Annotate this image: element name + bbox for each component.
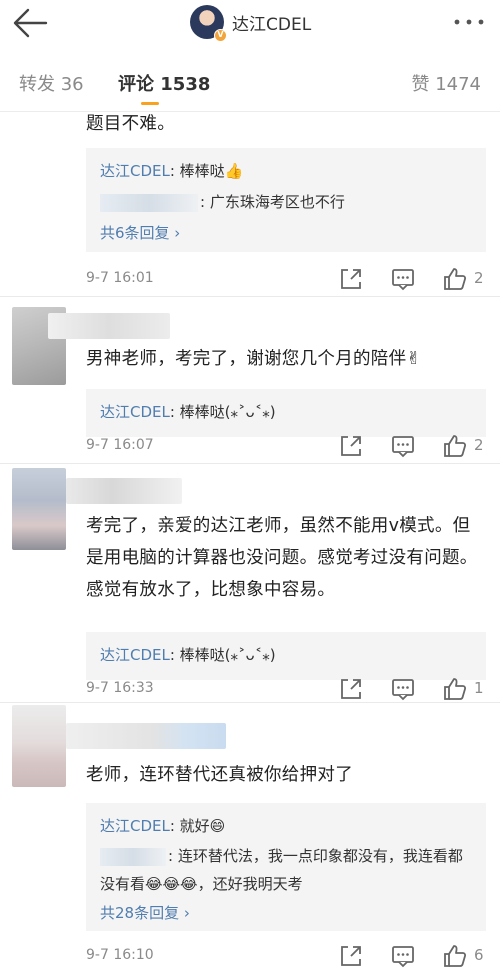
- avatar[interactable]: [12, 705, 66, 787]
- comment-meta: 9-7 16:10 6: [86, 941, 486, 971]
- blurred-username[interactable]: [66, 723, 226, 749]
- reply-box[interactable]: 达江CDEL: 棒棒哒(⁎˃ᴗ˂⁎): [86, 632, 486, 680]
- reply-text: : 广东珠海考区也不行: [200, 193, 345, 211]
- comment-meta: 9-7 16:33 1: [86, 674, 486, 704]
- reply-author[interactable]: 达江CDEL: [100, 162, 170, 180]
- like-icon[interactable]: [442, 433, 468, 459]
- reply-author[interactable]: 达江CDEL: [100, 646, 170, 664]
- comment-time: 9-7 16:10: [86, 947, 154, 963]
- comment-icon[interactable]: [390, 266, 416, 292]
- avatar[interactable]: V: [190, 5, 227, 42]
- reply-item: : 连环替代法，我一点印象都没有，我连看都没有看😂😂😂，还好我明天考: [100, 842, 472, 898]
- tab-repost[interactable]: 转发 36: [19, 70, 84, 96]
- reply-item: 达江CDEL: 棒棒哒(⁎˃ᴗ˂⁎): [100, 640, 472, 671]
- like-count: 2: [474, 269, 484, 287]
- like-count: 6: [474, 946, 484, 964]
- reply-text: : 棒棒哒(⁎˃ᴗ˂⁎): [169, 646, 276, 664]
- reply-box[interactable]: 达江CDEL: 就好😄 : 连环替代法，我一点印象都没有，我连看都没有看😂😂😂，…: [86, 803, 486, 931]
- reply-box[interactable]: 达江CDEL: 棒棒哒👍 : 广东珠海考区也不行 共6条回复 ›: [86, 148, 486, 252]
- comment-feed[interactable]: 题目不难。 达江CDEL: 棒棒哒👍 : 广东珠海考区也不行 共6条回复 › 9…: [0, 112, 500, 973]
- blurred-username[interactable]: [100, 193, 198, 212]
- reply-text: : 棒棒哒(⁎˃ᴗ˂⁎): [169, 403, 276, 421]
- reply-author[interactable]: 达江CDEL: [100, 403, 170, 421]
- share-icon[interactable]: [338, 433, 364, 459]
- reply-author[interactable]: 达江CDEL: [100, 817, 170, 835]
- comment-time: 9-7 16:07: [86, 437, 154, 453]
- tab-comment[interactable]: 评论 1538: [118, 70, 210, 96]
- reply-box[interactable]: 达江CDEL: 棒棒哒(⁎˃ᴗ˂⁎): [86, 389, 486, 437]
- page-title: 达江CDEL: [232, 14, 312, 35]
- comment-item: 老师，连环替代还真被你给押对了 达江CDEL: 就好😄 : 连环替代法，我一点印…: [0, 703, 500, 973]
- like-icon[interactable]: [442, 943, 468, 969]
- comment-time: 9-7 16:01: [86, 270, 154, 286]
- tab-active-indicator: [141, 102, 159, 105]
- comment-icon[interactable]: [390, 676, 416, 702]
- comment-item: 题目不难。 达江CDEL: 棒棒哒👍 : 广东珠海考区也不行 共6条回复 › 9…: [0, 112, 500, 296]
- top-bar: V 达江CDEL: [0, 0, 500, 48]
- like-count: 1: [474, 679, 484, 697]
- verified-badge-icon: V: [214, 29, 227, 42]
- more-replies-link[interactable]: 共28条回复 ›: [100, 898, 472, 929]
- reply-text: : 棒棒哒👍: [169, 162, 244, 180]
- comment-content: 男神老师，考完了，谢谢您几个月的陪伴✌: [86, 349, 422, 369]
- like-icon[interactable]: [442, 266, 468, 292]
- reply-item: : 广东珠海考区也不行: [100, 187, 472, 218]
- more-replies-link[interactable]: 共6条回复 ›: [100, 218, 472, 249]
- back-arrow-icon[interactable]: [10, 6, 50, 40]
- reply-item: 达江CDEL: 棒棒哒(⁎˃ᴗ˂⁎): [100, 397, 472, 428]
- comment-content: 题目不难。: [86, 114, 175, 134]
- comment-meta: 9-7 16:07 2: [86, 431, 486, 461]
- account-header[interactable]: V 达江CDEL: [190, 4, 312, 42]
- comment-item: 考完了，亲爱的达江老师，虽然不能用v模式。但是用电脑的计算器也没问题。感觉考过没…: [0, 464, 500, 702]
- blurred-username[interactable]: [48, 313, 170, 339]
- comment-icon[interactable]: [390, 433, 416, 459]
- comment-content: 老师，连环替代还真被你给押对了: [86, 765, 353, 785]
- reply-text: : 就好😄: [169, 817, 226, 835]
- share-icon[interactable]: [338, 266, 364, 292]
- reply-item: 达江CDEL: 就好😄: [100, 811, 472, 842]
- more-icon[interactable]: [452, 10, 486, 34]
- comment-content: 考完了，亲爱的达江老师，虽然不能用v模式。但是用电脑的计算器也没问题。感觉考过没…: [86, 516, 478, 600]
- comment-item: 男神老师，考完了，谢谢您几个月的陪伴✌ 达江CDEL: 棒棒哒(⁎˃ᴗ˂⁎) 9…: [0, 297, 500, 463]
- like-count: 2: [474, 436, 484, 454]
- tab-like[interactable]: 赞 1474: [411, 70, 481, 96]
- like-icon[interactable]: [442, 676, 468, 702]
- avatar[interactable]: [12, 468, 66, 550]
- tab-bar: 转发 36 评论 1538 赞 1474: [0, 52, 500, 112]
- share-icon[interactable]: [338, 676, 364, 702]
- comment-time: 9-7 16:33: [86, 680, 154, 696]
- share-icon[interactable]: [338, 943, 364, 969]
- comment-meta: 9-7 16:01 2: [86, 264, 486, 294]
- comment-icon[interactable]: [390, 943, 416, 969]
- blurred-username[interactable]: [66, 478, 182, 504]
- reply-item: 达江CDEL: 棒棒哒👍: [100, 156, 472, 187]
- blurred-username[interactable]: [100, 847, 166, 866]
